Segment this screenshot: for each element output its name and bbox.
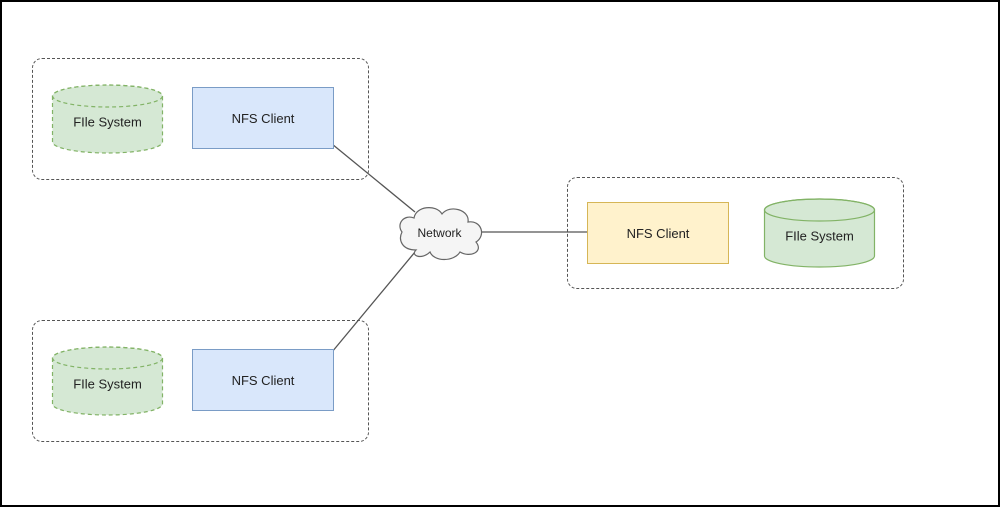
file-system-label-top: FIle System: [50, 115, 165, 130]
network-label: Network: [417, 226, 461, 240]
diagram-canvas: FIle System NFS Client FIle System NFS C…: [0, 0, 1000, 507]
file-system-cylinder-top: FIle System: [50, 84, 165, 154]
network-cloud: Network: [392, 200, 487, 265]
nfs-client-box-top: NFS Client: [192, 87, 334, 149]
file-system-label-bottom: FIle System: [50, 377, 165, 392]
nfs-client-box-bottom: NFS Client: [192, 349, 334, 411]
file-system-cylinder-bottom: FIle System: [50, 346, 165, 416]
nfs-server-label: NFS Client: [627, 226, 690, 241]
nfs-server-box: NFS Client: [587, 202, 729, 264]
file-system-label-right: FIle System: [762, 229, 877, 244]
nfs-client-label-bottom: NFS Client: [232, 373, 295, 388]
file-system-cylinder-right: FIle System: [762, 198, 877, 268]
nfs-client-label-top: NFS Client: [232, 111, 295, 126]
